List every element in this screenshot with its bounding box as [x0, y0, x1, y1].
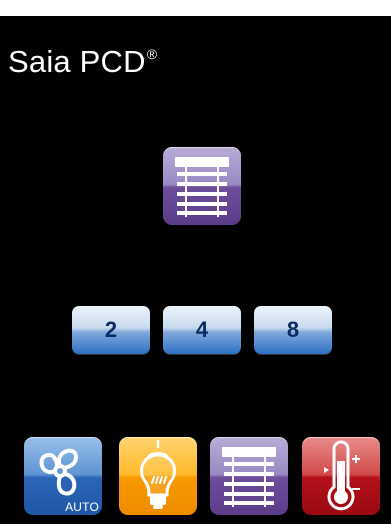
level-8-button[interactable]: 8 — [254, 306, 332, 354]
bulb-icon — [140, 439, 176, 509]
light-button[interactable] — [119, 437, 197, 515]
registered-mark: ® — [146, 45, 158, 62]
brand-name: Saia PCD — [8, 44, 146, 79]
fan-auto-badge: AUTO — [65, 500, 99, 514]
level-4-button[interactable]: 4 — [163, 306, 241, 354]
level-8-label: 8 — [286, 317, 300, 342]
brand-logo: Saia PCD® — [8, 46, 157, 77]
blinds-icon — [222, 447, 276, 507]
blinds-button[interactable] — [210, 437, 288, 515]
blinds-icon — [175, 157, 229, 217]
level-2-label: 2 — [104, 317, 118, 342]
level-4-label: 4 — [195, 317, 209, 342]
thermometer-icon — [324, 440, 360, 511]
panel-screen: Saia PCD® 2 4 8 AUTO — [0, 16, 391, 524]
level-2-button[interactable]: 2 — [72, 306, 150, 354]
fan-auto-button[interactable]: AUTO — [24, 437, 102, 515]
blinds-tile-button[interactable] — [163, 147, 241, 225]
thermostat-button[interactable] — [302, 437, 380, 515]
